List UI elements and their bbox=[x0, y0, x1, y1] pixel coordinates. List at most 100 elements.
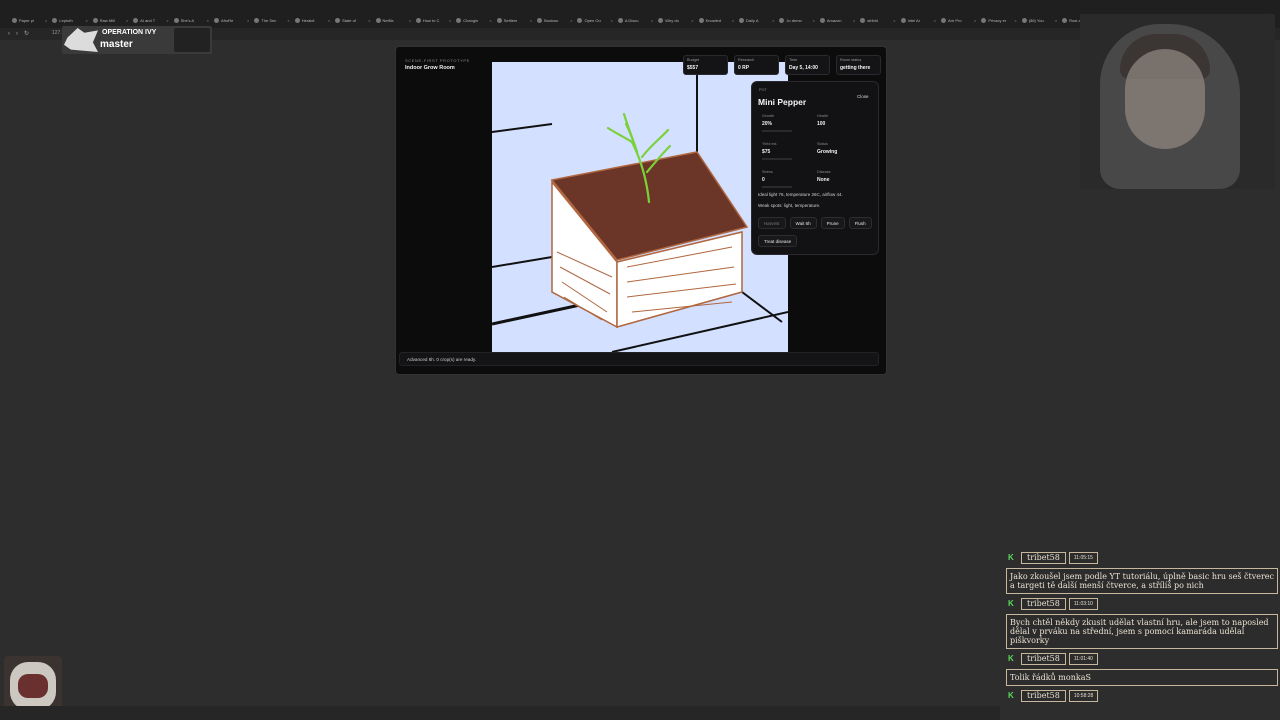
browser-tab[interactable]: Are Pro × bbox=[939, 14, 979, 26]
close-tab-icon[interactable]: × bbox=[368, 18, 370, 23]
favicon-icon bbox=[1062, 17, 1068, 23]
close-tab-icon[interactable]: × bbox=[570, 18, 572, 23]
browser-tab[interactable]: Knowled × bbox=[697, 14, 737, 26]
harvest-button[interactable]: Harvest bbox=[758, 217, 786, 229]
close-tab-icon[interactable]: × bbox=[45, 18, 47, 23]
favicon-icon bbox=[900, 17, 906, 23]
close-tab-icon[interactable]: × bbox=[409, 18, 411, 23]
stat-value: Day 5, 14:00 bbox=[789, 65, 818, 71]
platform-icon: K bbox=[1008, 654, 1014, 663]
mascot-mouth bbox=[18, 674, 48, 698]
stat-value: getting there bbox=[840, 65, 871, 71]
nav-arrows-icon[interactable]: ‹›↻ bbox=[8, 30, 35, 37]
close-tab-icon[interactable]: × bbox=[287, 18, 289, 23]
chat-header: Ktribet58 11:05:15 bbox=[1006, 552, 1278, 564]
browser-tab[interactable]: The Sec × bbox=[252, 14, 292, 26]
browser-tab[interactable]: Changin × bbox=[454, 14, 494, 26]
plant-stat-label: Yield est. bbox=[762, 142, 778, 146]
close-tab-icon[interactable]: × bbox=[489, 18, 491, 23]
favicon-icon bbox=[12, 17, 17, 23]
chat-message: Ktribet58 11:05:15 Jako zkoušel jsem podle… bbox=[1006, 552, 1278, 594]
close-tab-icon[interactable]: × bbox=[1014, 18, 1016, 23]
close-tab-icon[interactable]: × bbox=[207, 18, 209, 23]
platform-icon: K bbox=[1008, 553, 1014, 562]
chat-username: tribet58 bbox=[1021, 653, 1066, 665]
browser-tab[interactable]: Paper pl × bbox=[10, 14, 50, 26]
close-tab-icon[interactable]: × bbox=[732, 18, 734, 23]
prune-button[interactable]: Prune bbox=[820, 217, 845, 229]
wait-button[interactable]: Wait 6h bbox=[789, 217, 817, 229]
close-tab-icon[interactable]: × bbox=[893, 18, 895, 23]
close-tab-icon[interactable]: × bbox=[812, 18, 814, 23]
browser-tab[interactable]: Heraldi × bbox=[293, 14, 333, 26]
favicon-icon bbox=[375, 17, 381, 23]
close-tab-icon[interactable]: × bbox=[85, 18, 87, 23]
chat-header: Ktribet58 11:01:40 bbox=[1006, 653, 1278, 665]
close-tab-icon[interactable]: × bbox=[247, 18, 249, 23]
browser-tab[interactable]: AfroRe × bbox=[212, 14, 252, 26]
browser-tab[interactable]: Settlem × bbox=[495, 14, 535, 26]
favicon-icon bbox=[698, 17, 704, 23]
browser-tab[interactable]: Raw Mill × bbox=[91, 14, 131, 26]
tab-label: Heraldi bbox=[301, 17, 315, 23]
plant-stat-label: Health bbox=[817, 114, 828, 118]
stat-label: Time bbox=[789, 58, 798, 62]
close-tab-icon[interactable]: × bbox=[166, 18, 168, 23]
stat-value: 0 RP bbox=[738, 65, 750, 71]
stat-bar bbox=[762, 158, 792, 160]
plant-stat: Status Growing bbox=[817, 142, 872, 164]
plant-stat-value: 0 bbox=[762, 177, 765, 183]
browser-tab[interactable]: Open Ou × bbox=[575, 14, 615, 26]
treat-disease-button[interactable]: Treat disease bbox=[758, 235, 798, 247]
browser-tab[interactable]: stribld × bbox=[858, 14, 898, 26]
browser-tab[interactable]: Jo demo × bbox=[777, 14, 817, 26]
plant-stat-label: Disease bbox=[817, 170, 831, 174]
browser-tab[interactable]: AI and T × bbox=[131, 14, 171, 26]
browser-tab[interactable]: Amazon × bbox=[818, 14, 858, 26]
browser-tab[interactable]: State of × bbox=[333, 14, 373, 26]
stat-label: Research bbox=[738, 58, 755, 62]
plant-stat-value: 100 bbox=[817, 121, 826, 127]
browser-tab[interactable]: How to C × bbox=[414, 14, 454, 26]
status-message: Advanced 6h. 0 crop(s) are ready. bbox=[407, 356, 477, 362]
pot[interactable] bbox=[550, 151, 749, 329]
tab-label: Why do bbox=[665, 17, 679, 23]
scene-canvas[interactable] bbox=[492, 62, 788, 352]
plant-stat-value: Growing bbox=[817, 149, 838, 155]
close-tab-icon[interactable]: × bbox=[328, 18, 330, 23]
close-tab-icon[interactable]: × bbox=[651, 18, 653, 23]
browser-tab[interactable]: She's A × bbox=[172, 14, 212, 26]
chat-username: tribet58 bbox=[1021, 552, 1066, 564]
chat-timestamp: 11:03:10 bbox=[1068, 598, 1098, 610]
close-tab-icon[interactable]: × bbox=[772, 18, 774, 23]
browser-tab[interactable]: (86) You × bbox=[1020, 14, 1060, 26]
close-tab-icon[interactable]: × bbox=[1055, 18, 1057, 23]
browser-tab[interactable]: Why do × bbox=[656, 14, 696, 26]
tab-label: Leptoth bbox=[59, 17, 73, 23]
browser-tab[interactable]: Daily A × bbox=[737, 14, 777, 26]
favicon-icon bbox=[335, 17, 341, 23]
close-tab-icon[interactable]: × bbox=[853, 18, 855, 23]
close-tab-icon[interactable]: × bbox=[449, 18, 451, 23]
chat-overlay: Ktribet58 11:05:15 Jako zkoušel jsem podle… bbox=[1006, 552, 1278, 704]
close-tab-icon[interactable]: × bbox=[974, 18, 976, 23]
favicon-icon bbox=[739, 17, 745, 23]
browser-tab[interactable]: A Discu × bbox=[616, 14, 656, 26]
browser-tab[interactable]: Bookwo × bbox=[535, 14, 575, 26]
browser-tab[interactable]: Intel Ar × bbox=[899, 14, 939, 26]
stat-label: Budget bbox=[687, 58, 700, 62]
stat-value: $557 bbox=[687, 65, 699, 71]
browser-tab[interactable]: Leptoth × bbox=[50, 14, 90, 26]
flush-button[interactable]: Flush bbox=[848, 217, 872, 229]
weak-spots-note: Weak spots: light, temperature. bbox=[758, 203, 821, 208]
close-tab-icon[interactable]: × bbox=[530, 18, 532, 23]
close-tab-icon[interactable]: × bbox=[611, 18, 613, 23]
close-button[interactable]: Close bbox=[857, 94, 869, 99]
close-tab-icon[interactable]: × bbox=[934, 18, 936, 23]
browser-tab[interactable]: Privacy er × bbox=[979, 14, 1019, 26]
close-tab-icon[interactable]: × bbox=[691, 18, 693, 23]
favicon-icon bbox=[617, 17, 623, 23]
close-tab-icon[interactable]: × bbox=[126, 18, 128, 23]
browser-tab[interactable]: Netflix × bbox=[374, 14, 414, 26]
plant-stat: Health 100 bbox=[817, 114, 872, 136]
